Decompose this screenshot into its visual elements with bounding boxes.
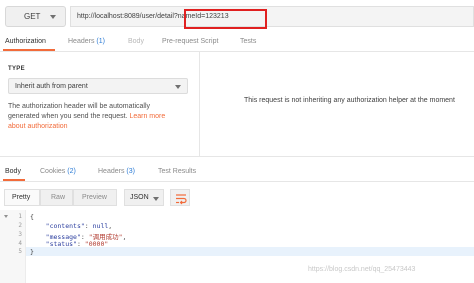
- tab-response-body[interactable]: Body: [5, 168, 21, 175]
- code-line: "contents": null,: [45, 222, 113, 230]
- json-comma: ,: [122, 233, 127, 241]
- tab-tests[interactable]: Tests: [240, 38, 256, 45]
- highlight-box: [184, 9, 267, 29]
- pretty-button[interactable]: Pretty: [4, 189, 40, 206]
- tab-headers-count: (1): [96, 38, 105, 45]
- auth-help-line-1: The authorization header will be automat…: [8, 103, 151, 110]
- preview-button[interactable]: Preview: [73, 189, 117, 206]
- auth-info-message: This request is not inheriting any autho…: [244, 97, 455, 104]
- chevron-down-icon: [153, 197, 159, 201]
- auth-help-line-2: generated when you send the request. Lea…: [8, 112, 194, 122]
- tab-cookies-count: (2): [67, 168, 76, 175]
- response-tabs: Body Cookies (2) Headers (3) Test Result…: [0, 164, 474, 182]
- json-key: "status": [45, 240, 77, 248]
- tab-headers[interactable]: Headers (1): [68, 38, 105, 45]
- learn-more-link[interactable]: Learn more: [129, 113, 165, 120]
- auth-help-text: The authorization header will be automat…: [8, 102, 194, 132]
- tab-response-headers[interactable]: Headers (3): [98, 168, 135, 175]
- request-bar: GET http://localhost:8089/user/detail?na…: [0, 0, 474, 34]
- method-label: GET: [24, 12, 41, 21]
- line-number: 1: [18, 213, 22, 220]
- tab-response-headers-count: (3): [126, 168, 135, 175]
- active-line-highlight: [0, 247, 474, 256]
- code-close-brace: }: [30, 248, 34, 256]
- tab-cookies[interactable]: Cookies (2): [40, 168, 76, 175]
- auth-help-line-2-text: generated when you send the request.: [8, 113, 128, 120]
- raw-button[interactable]: Raw: [40, 189, 73, 206]
- auth-settings-panel: TYPE Inherit auth from parent The author…: [0, 52, 200, 156]
- pretty-label: Pretty: [12, 194, 31, 201]
- line-number-gutter: 1 2 3 4 5: [0, 210, 26, 283]
- chevron-down-icon: [175, 85, 181, 89]
- raw-label: Raw: [51, 194, 66, 201]
- tab-pre-request-script[interactable]: Pre-request Script: [162, 38, 218, 45]
- active-tab-indicator: [3, 179, 25, 181]
- preview-label: Preview: [82, 194, 107, 201]
- auth-type-label: TYPE: [8, 66, 25, 72]
- auth-type-select[interactable]: Inherit auth from parent: [8, 78, 188, 94]
- tab-body[interactable]: Body: [128, 38, 144, 45]
- auth-type-value: Inherit auth from parent: [15, 83, 88, 90]
- url-input[interactable]: http://localhost:8089/user/detail?nameId…: [70, 6, 474, 27]
- json-value: null: [92, 222, 109, 230]
- tab-cookies-label: Cookies: [40, 168, 66, 175]
- request-tabs: Authorization Headers (1) Body Pre-reque…: [0, 34, 474, 52]
- tab-headers-label: Headers: [68, 38, 95, 45]
- tab-test-results[interactable]: Test Results: [158, 168, 196, 175]
- tab-authorization[interactable]: Authorization: [5, 38, 46, 45]
- line-number: 5: [18, 248, 22, 255]
- line-number: 3: [18, 231, 22, 238]
- learn-more-link-continued[interactable]: about authorization: [8, 122, 194, 132]
- method-select[interactable]: GET: [5, 6, 66, 27]
- tab-response-headers-label: Headers: [98, 168, 125, 175]
- line-number: 2: [18, 222, 22, 229]
- json-comma: ,: [108, 222, 113, 230]
- format-label: JSON: [130, 194, 149, 201]
- section-divider: [0, 156, 474, 157]
- wrap-lines-button[interactable]: [170, 189, 190, 206]
- code-line: "status": "0000": [45, 240, 109, 248]
- format-select[interactable]: JSON: [124, 189, 164, 206]
- watermark: https://blog.csdn.net/qq_25473443: [308, 266, 416, 273]
- line-number: 4: [18, 240, 22, 247]
- code-open-brace: {: [30, 213, 34, 221]
- json-key: "contents": [45, 222, 85, 230]
- json-value: "0000": [84, 240, 109, 248]
- active-tab-indicator: [3, 49, 55, 51]
- chevron-down-icon: [50, 15, 56, 19]
- wrap-lines-icon: [176, 194, 187, 205]
